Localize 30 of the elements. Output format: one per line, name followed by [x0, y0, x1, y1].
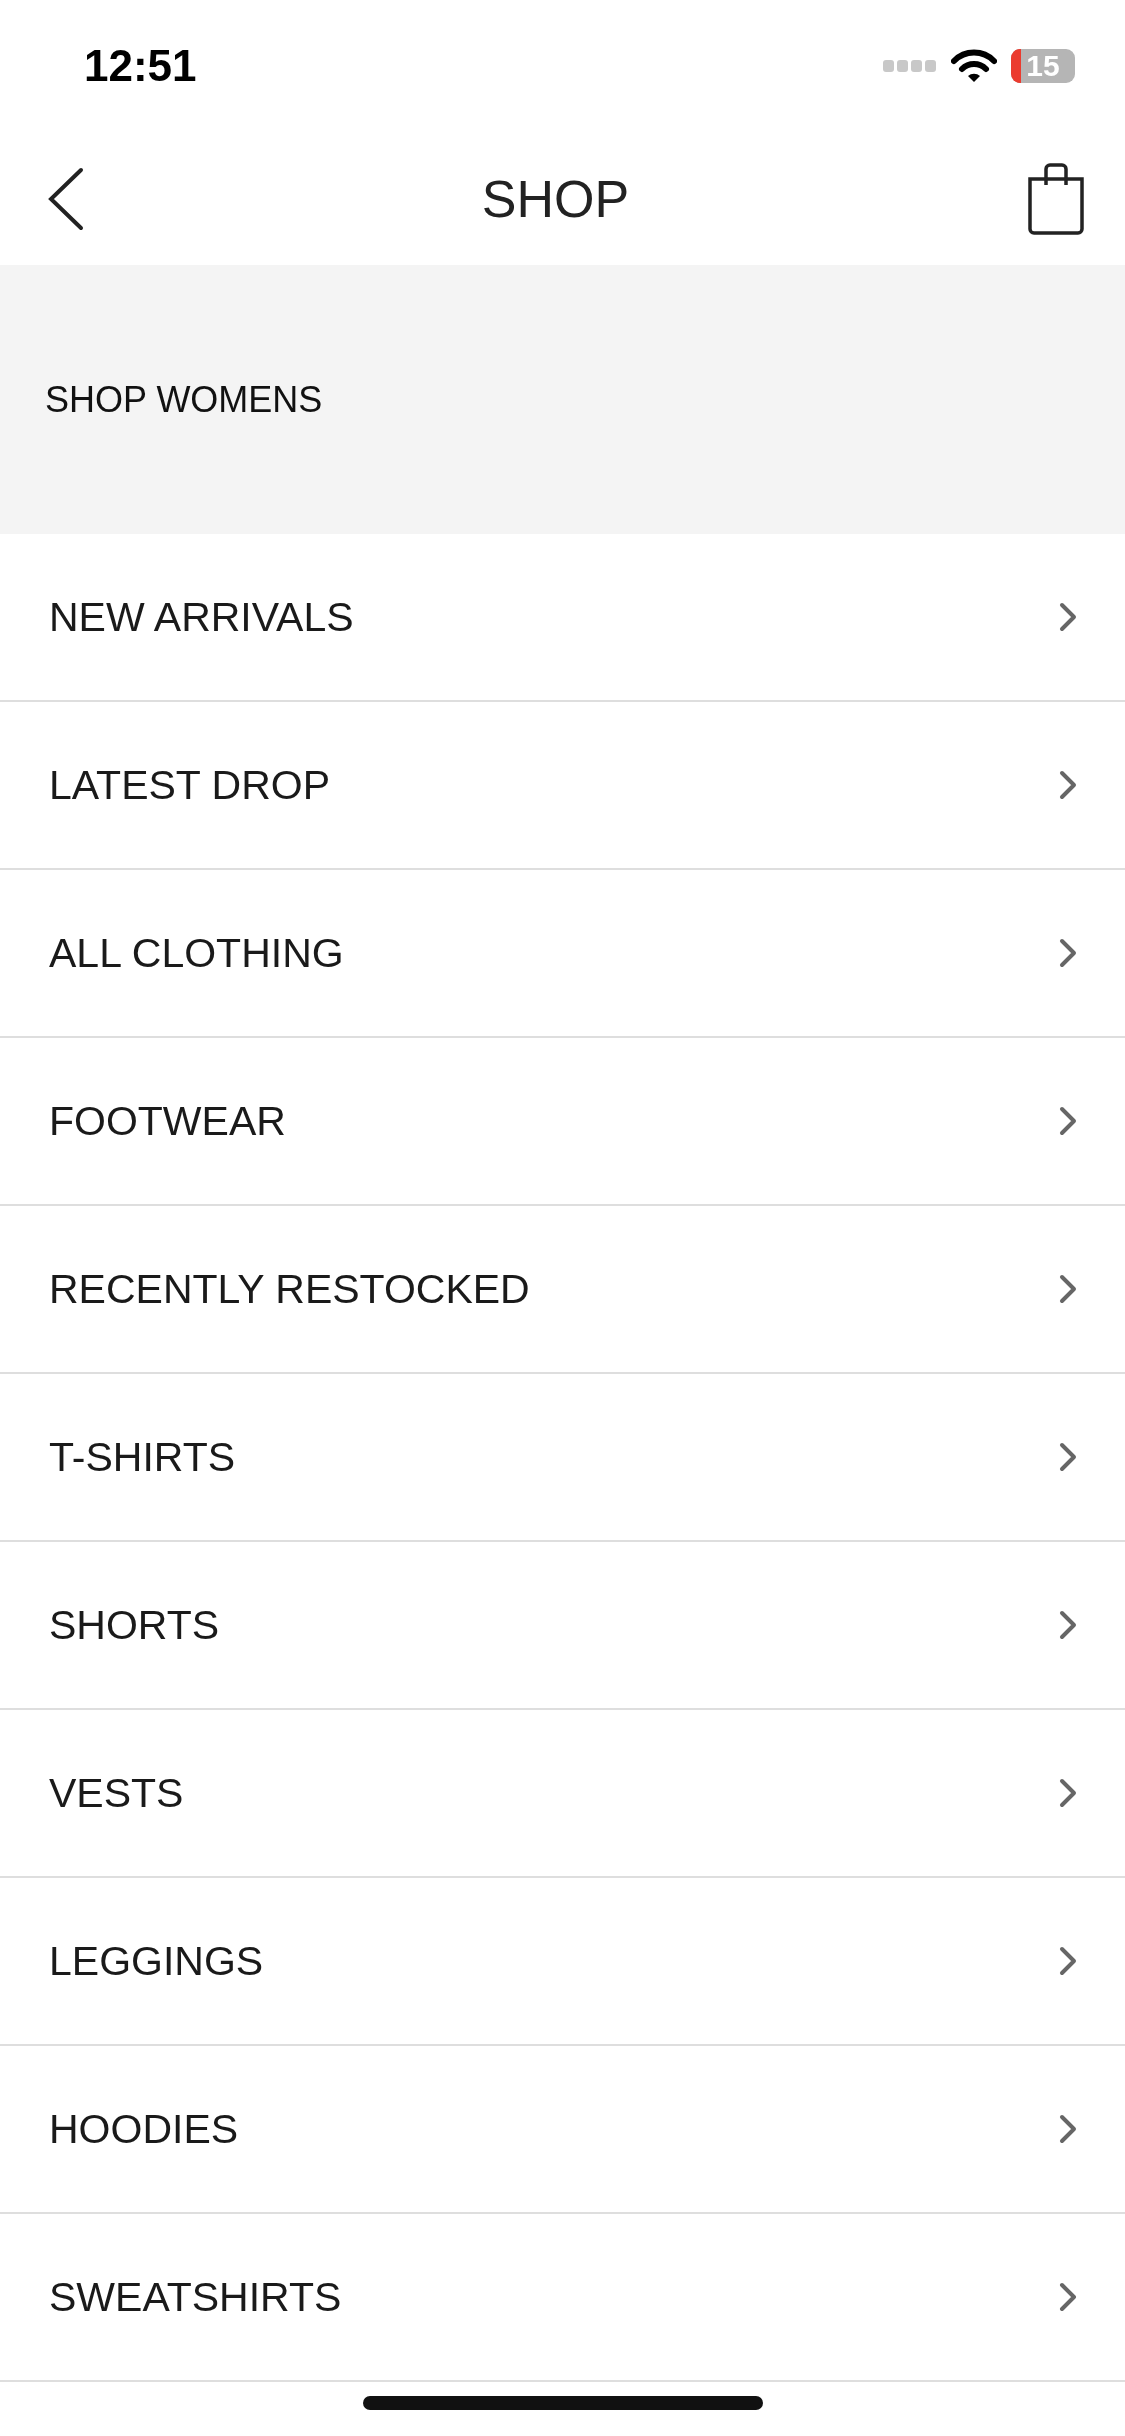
chevron-icon — [1059, 1778, 1077, 1808]
back-icon[interactable] — [48, 166, 84, 231]
menu-item[interactable]: FOOTWEAR — [0, 1038, 1125, 1206]
signal-icon — [883, 60, 937, 72]
chevron-icon — [1059, 1610, 1077, 1640]
chevron-icon — [1059, 1442, 1077, 1472]
chevron-icon — [1059, 1106, 1077, 1136]
menu-item[interactable]: SWEATSHIRTS — [0, 2214, 1125, 2382]
chevron-icon — [1059, 2114, 1077, 2144]
chevron-icon — [1059, 2282, 1077, 2312]
shopping-bag-icon[interactable] — [1027, 162, 1085, 235]
menu-item[interactable]: VESTS — [0, 1710, 1125, 1878]
status-time: 12:51 — [84, 41, 197, 91]
chevron-icon — [1059, 1946, 1077, 1976]
menu-item[interactable]: ALL CLOTHING — [0, 870, 1125, 1038]
banner-title: SHOP WOMENS — [45, 378, 323, 421]
menu-item[interactable]: HOODIES — [0, 2046, 1125, 2214]
menu-item[interactable]: LEGGINGS — [0, 1878, 1125, 2046]
menu-item[interactable]: T-SHIRTS — [0, 1374, 1125, 1542]
menu-item[interactable]: SHORTS — [0, 1542, 1125, 1710]
menu-item[interactable]: NEW ARRIVALS — [0, 534, 1125, 702]
chevron-icon — [1059, 770, 1077, 800]
battery-percentage: 15 — [1026, 49, 1060, 83]
menu-item[interactable]: LATEST DROP — [0, 702, 1125, 870]
chevron-icon — [1059, 1274, 1077, 1304]
chevron-icon — [1059, 938, 1077, 968]
wifi-icon — [951, 49, 997, 83]
chevron-icon — [1059, 602, 1077, 632]
page-title: SHOP — [481, 168, 630, 229]
menu-item[interactable]: RECENTLY RESTOCKED — [0, 1206, 1125, 1374]
